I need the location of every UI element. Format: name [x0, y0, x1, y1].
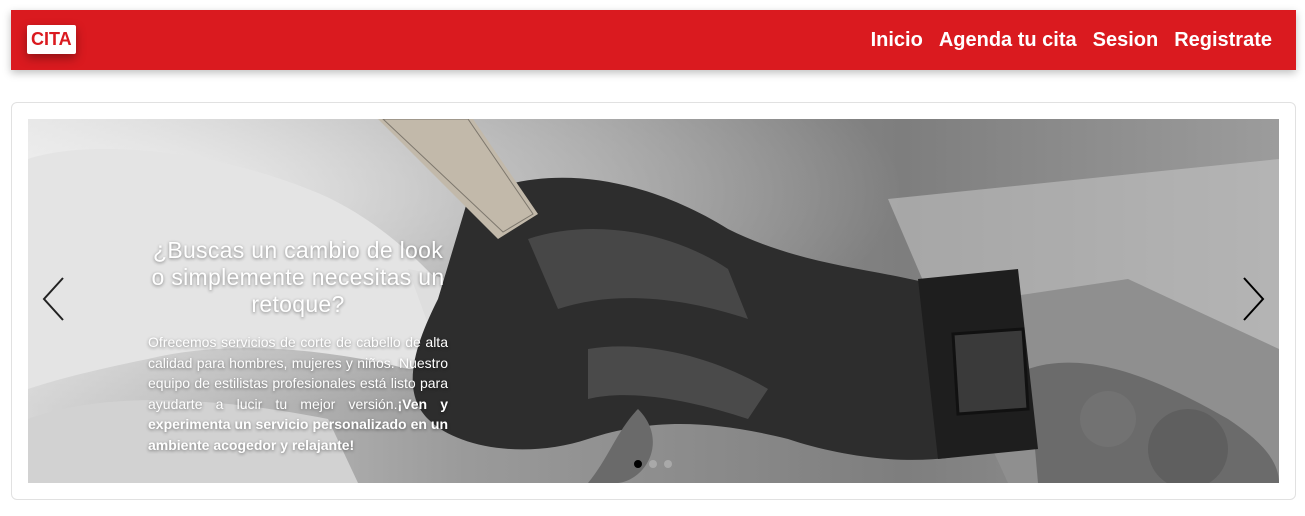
carousel-indicator-3[interactable]	[664, 460, 672, 468]
hero-carousel: ¿Buscas un cambio de look o simplemente …	[28, 119, 1279, 483]
nav-link-agenda[interactable]: Agenda tu cita	[939, 29, 1077, 52]
nav-link-sesion[interactable]: Sesion	[1093, 29, 1159, 52]
carousel-indicator-2[interactable]	[649, 460, 657, 468]
caption-title: ¿Buscas un cambio de look o simplemente …	[151, 237, 445, 317]
chevron-left-icon	[42, 277, 64, 321]
chevron-right-icon	[1243, 277, 1265, 321]
carousel-indicator-1[interactable]	[634, 460, 642, 468]
carousel-prev-button[interactable]	[32, 274, 72, 324]
carousel-next-button[interactable]	[1235, 274, 1275, 324]
hero-card: ¿Buscas un cambio de look o simplemente …	[11, 102, 1296, 500]
caption-text: Ofrecemos servicios de corte de cabello …	[148, 332, 448, 455]
carousel-caption: ¿Buscas un cambio de look o simplemente …	[148, 237, 448, 455]
brand-logo[interactable]: CITA	[27, 25, 76, 54]
nav-link-registrate[interactable]: Registrate	[1174, 29, 1272, 52]
nav-links: Inicio Agenda tu cita Sesion Registrate	[871, 10, 1272, 70]
nav-link-inicio[interactable]: Inicio	[871, 29, 923, 52]
carousel-indicators	[634, 460, 672, 468]
navbar: CITA Inicio Agenda tu cita Sesion Regist…	[11, 10, 1296, 70]
